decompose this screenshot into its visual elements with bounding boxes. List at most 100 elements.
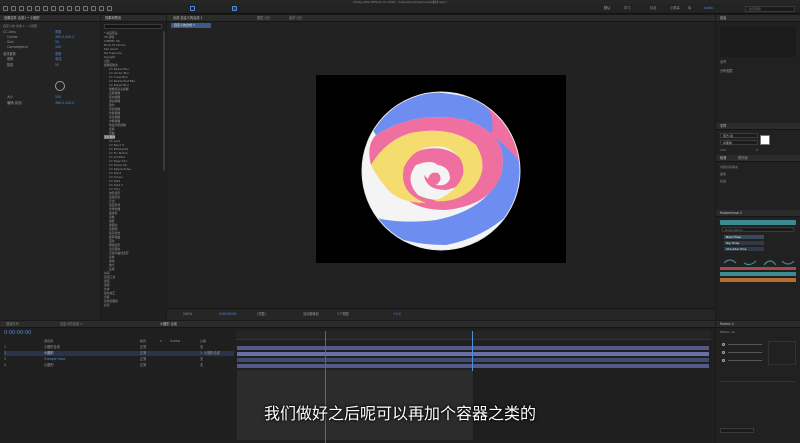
layer-bar-2[interactable]: [237, 352, 709, 356]
motion-slider[interactable]: [728, 360, 762, 361]
snap-toggle-icon[interactable]: [190, 6, 195, 11]
tool-launch-select[interactable]: [720, 428, 754, 433]
paint-section[interactable]: 绘画: [720, 180, 726, 183]
resolution-select[interactable]: (完整): [257, 312, 266, 316]
layer-row[interactable]: 3 Triangle Hose 正常 无: [4, 357, 234, 362]
brush-tool-icon[interactable]: [75, 6, 80, 11]
workspace-standard[interactable]: 标准: [650, 6, 656, 10]
motion-knob-icon[interactable]: [722, 359, 725, 362]
tab-layer[interactable]: 图层 (无): [257, 16, 270, 20]
hand-tool-icon[interactable]: [11, 6, 16, 11]
clone-tool-icon[interactable]: [83, 6, 88, 11]
effects-scrollbar[interactable]: [163, 31, 165, 171]
layer-bar-3[interactable]: [237, 358, 709, 362]
effects-presets-header: 效果和预设: [101, 15, 166, 22]
effects-list: * 动画预设 3D 通道 CINEMA 4D Boris FX Mocha Red Gi…: [103, 31, 163, 319]
help-search-input[interactable]: 搜索帮助: [745, 6, 795, 12]
content-aware-fill[interactable]: 内容识别填充: [720, 166, 738, 169]
effect-row[interactable]: 大小 100: [7, 95, 97, 100]
rotate-tool-icon[interactable]: [27, 6, 32, 11]
exposure-value[interactable]: +0.0: [393, 312, 401, 316]
effect-row[interactable]: 数量 50: [7, 63, 97, 68]
paragraph-header: 段落 跟踪器: [716, 155, 800, 162]
layer-row[interactable]: 2 小圆形 正常 1. 小圆形合成: [4, 351, 234, 356]
layer-bar-4[interactable]: [237, 364, 709, 368]
tracking-value[interactable]: 0: [756, 149, 758, 152]
rubberhose-orange-bar[interactable]: [720, 278, 796, 282]
toolbar: 默认 学习 标准 小屏幕 库 audio 搜索帮助: [0, 4, 800, 14]
tab-footage[interactable]: 素材 (无): [289, 16, 302, 20]
tab-comp-1[interactable]: 自定义的合成 1: [60, 322, 82, 326]
tab-composition[interactable]: 合成 自定义的合成 1: [173, 16, 203, 20]
camera-tool-icon[interactable]: [35, 6, 40, 11]
eraser-tool-icon[interactable]: [91, 6, 96, 11]
playhead[interactable]: [325, 331, 326, 443]
font-style-select[interactable]: 中黑体: [720, 140, 758, 145]
col-source-name: 源名称: [44, 339, 54, 343]
workspace-default[interactable]: 默认: [604, 6, 610, 10]
type-tool-icon[interactable]: [67, 6, 72, 11]
viewer-subtab[interactable]: 自定义的合成 1: [171, 23, 211, 28]
timeline-tabs: 渲染队列 自定义的合成 1 小圆形 合成: [0, 321, 715, 328]
effect-list-item[interactable]: 遮罩: [104, 303, 110, 307]
motion-knob-icon[interactable]: [722, 351, 725, 354]
tab-circle-comp[interactable]: 小圆形 合成: [160, 322, 177, 326]
layer-bar-1[interactable]: [237, 346, 709, 350]
viewer-footer: 200% 0:00:00:00 (完整) 活动摄像机 1个视图 +0.0: [167, 308, 715, 320]
pen-tool-icon[interactable]: [59, 6, 64, 11]
puppet-tool-icon[interactable]: [107, 6, 112, 11]
motion-slider[interactable]: [728, 352, 762, 353]
align-toggle-icon[interactable]: [232, 6, 237, 11]
angle-dial-icon[interactable]: [55, 81, 65, 91]
info-header: 信息: [716, 15, 800, 22]
workspace-library[interactable]: 库: [688, 6, 691, 10]
layer-row[interactable]: 4 小圆形 正常 无: [4, 363, 234, 368]
zoom-tool-icon[interactable]: [19, 6, 24, 11]
effect-row[interactable]: Convergence 100: [7, 45, 97, 50]
col-parent: 父级: [200, 339, 207, 343]
motion-panel: Motion 2 Motion v2: [716, 321, 800, 443]
distribute-section[interactable]: 分布图层: [720, 69, 733, 73]
motion-slider[interactable]: [728, 344, 762, 345]
motion-knob-icon[interactable]: [722, 343, 725, 346]
composition-canvas[interactable]: [316, 75, 566, 263]
composition-viewer-panel: 合成 自定义的合成 1 图层 (无) 素材 (无) 自定义的合成 1 200% …: [167, 15, 715, 320]
shape-tool-icon[interactable]: [51, 6, 56, 11]
fill-color-swatch[interactable]: [760, 135, 770, 145]
rig-hose-button[interactable]: Rig Hose: [724, 241, 764, 245]
effect-row[interactable]: 偏移(湍流) 360.0,540.0: [7, 101, 97, 106]
layer-path: 自定义的 合成 1 • 小圆形: [3, 24, 38, 28]
rubberhose-red-bar[interactable]: [720, 267, 796, 270]
work-area-end[interactable]: [472, 331, 473, 371]
rubberhose-teal-bar[interactable]: [720, 272, 796, 276]
hose-name-input[interactable]: Hose Name...: [722, 227, 794, 232]
views-select[interactable]: 1个视图: [337, 312, 349, 316]
time-ruler[interactable]: [236, 331, 711, 340]
lollipop-artwork: [361, 91, 521, 251]
font-size-value[interactable]: 150: [720, 149, 726, 152]
workspace-learn[interactable]: 学习: [624, 6, 630, 10]
brush-section[interactable]: 画笔: [720, 173, 726, 176]
align-section[interactable]: 对齐: [720, 60, 726, 64]
roto-tool-icon[interactable]: [99, 6, 104, 11]
camera-select[interactable]: 活动摄像机: [303, 312, 319, 316]
viewer-timecode[interactable]: 0:00:00:00: [219, 312, 236, 316]
tab-render-queue[interactable]: 渲染队列: [6, 322, 19, 326]
effect-row[interactable]: 置换 湍流: [7, 57, 97, 62]
pan-behind-tool-icon[interactable]: [43, 6, 48, 11]
timeline-timecode[interactable]: 0:00:00:00: [4, 331, 31, 336]
shoulder-pins-button[interactable]: Shoulder Pins: [724, 247, 764, 251]
effect-controls-header: 效果控件 合成1 • 小圆形: [0, 15, 100, 22]
font-family-select[interactable]: 苹方-简: [720, 133, 758, 138]
new-hose-button[interactable]: New Hose: [724, 235, 764, 239]
workspace-audio[interactable]: audio: [704, 6, 713, 10]
effects-search-input[interactable]: [104, 24, 162, 29]
selection-tool-icon[interactable]: [3, 6, 8, 11]
motion-header: Motion 2: [716, 321, 800, 328]
anchor-grid[interactable]: [768, 341, 796, 365]
rubberhose-top-bar: [720, 220, 796, 225]
workspace-small-screen[interactable]: 小屏幕: [670, 6, 680, 10]
layer-row[interactable]: 1 小圆形合成 正常 无: [4, 345, 234, 350]
zoom-level[interactable]: 200%: [183, 312, 192, 316]
col-mode: 模式: [140, 339, 147, 343]
